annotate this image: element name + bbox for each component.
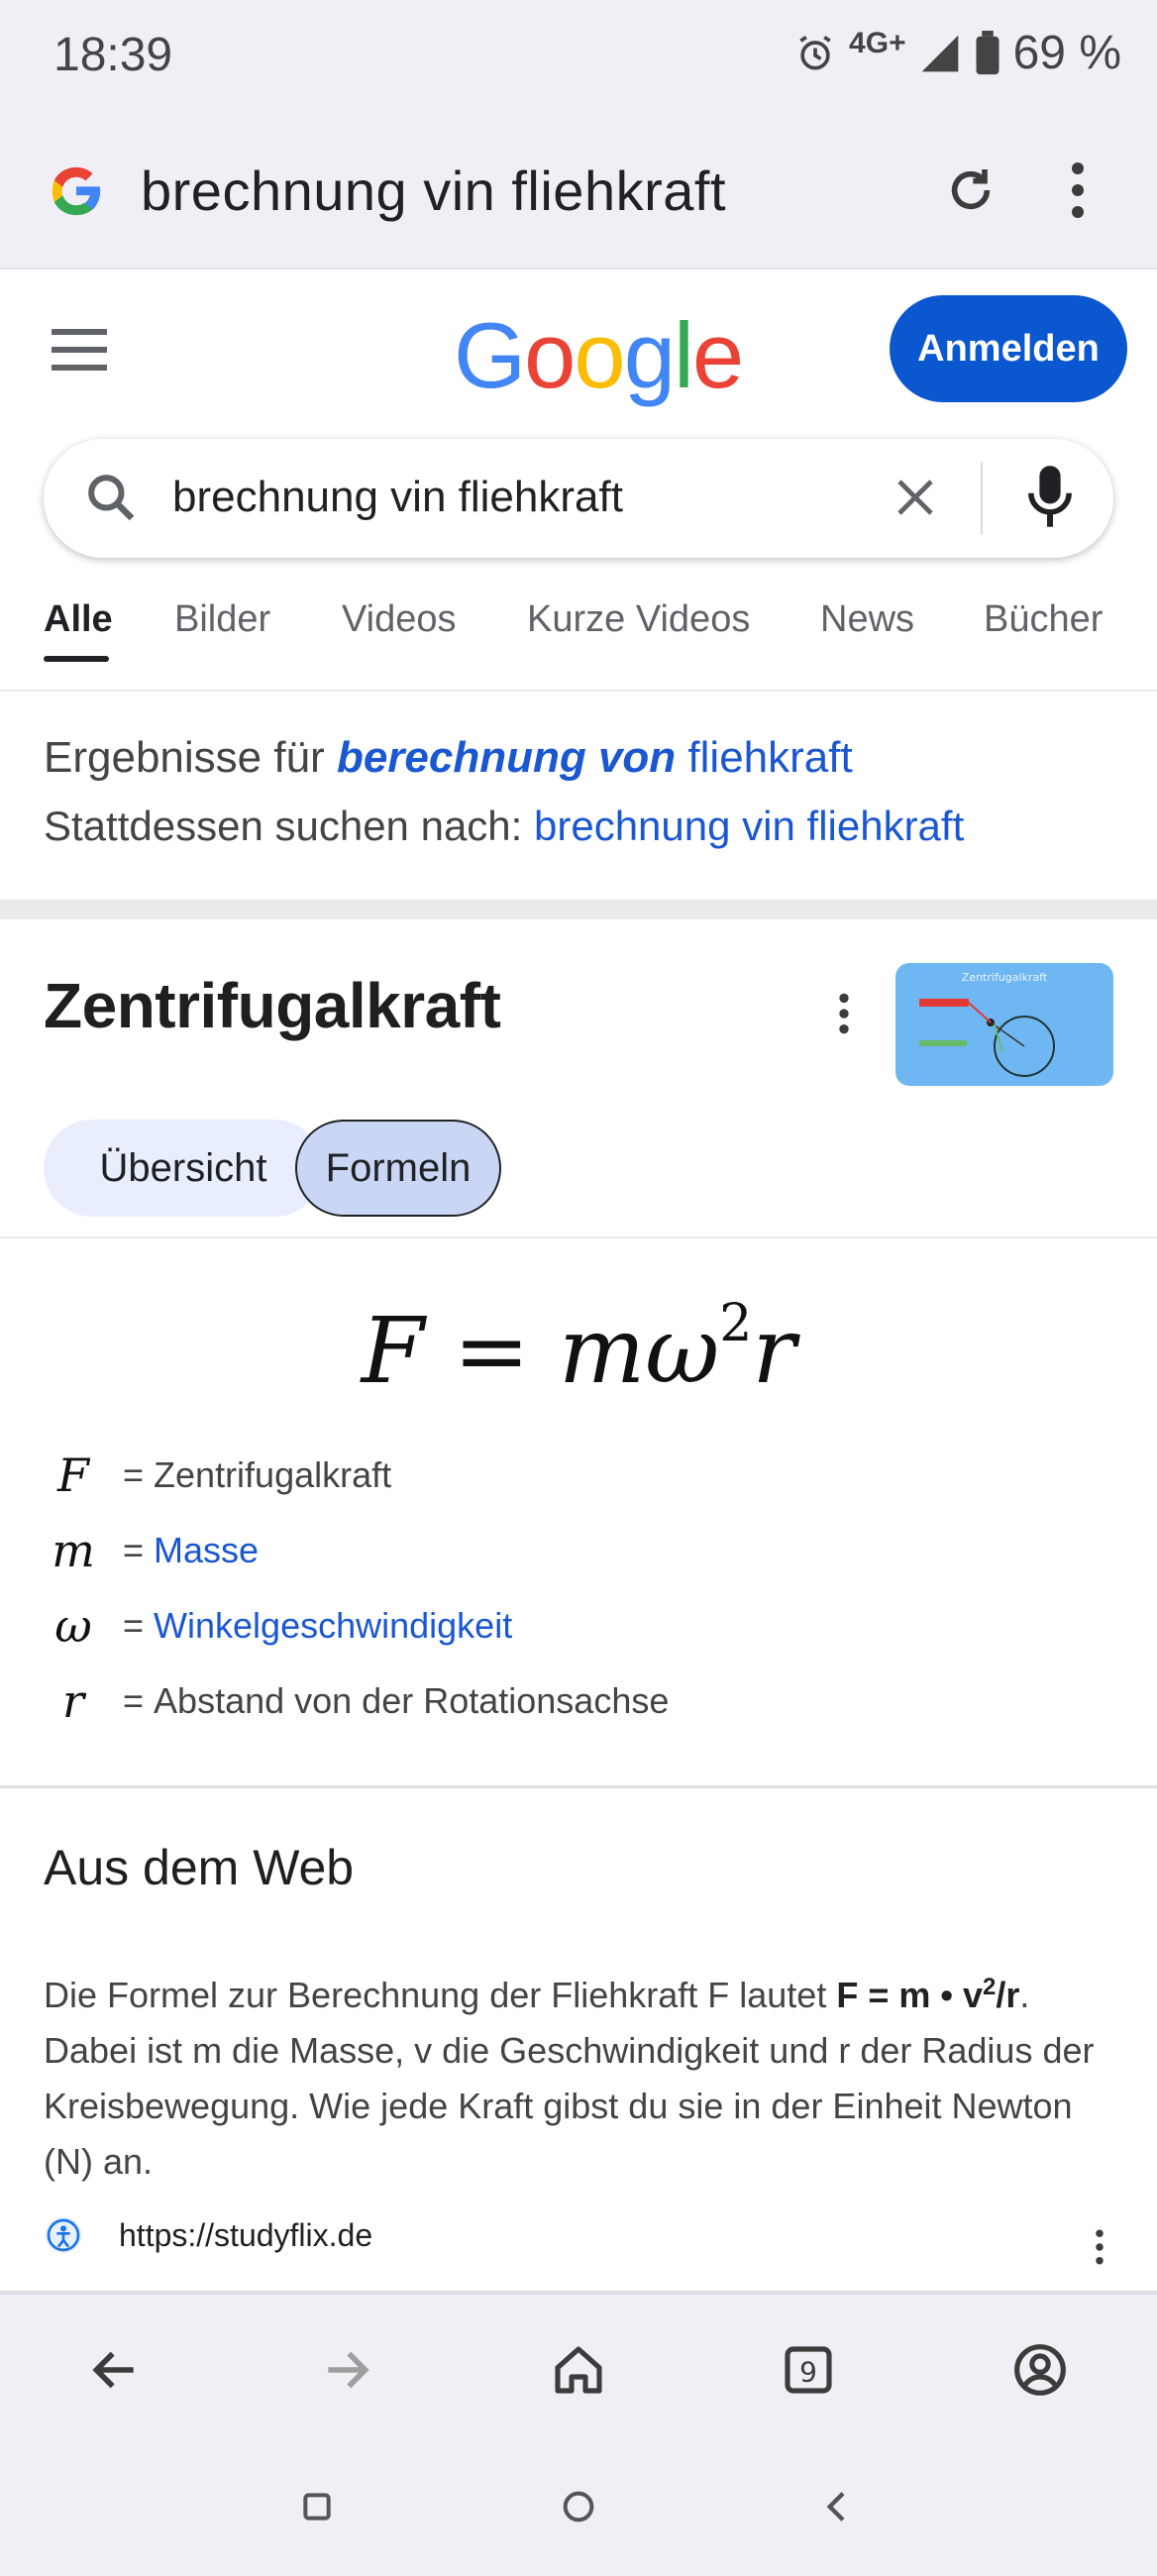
url-text[interactable]: brechnung vin fliehkraft bbox=[141, 159, 726, 223]
search-input[interactable] bbox=[172, 470, 866, 525]
home-button-icon[interactable] bbox=[559, 2487, 598, 2526]
reload-icon[interactable] bbox=[943, 162, 999, 218]
home-icon[interactable] bbox=[551, 2342, 606, 2398]
tab-all[interactable]: Alle bbox=[44, 598, 113, 641]
definition-row: r = Abstand von der Rotationsachse bbox=[62, 1674, 670, 1728]
formula: F = mω2r bbox=[361, 1294, 796, 1404]
google-logo[interactable]: Google bbox=[454, 302, 744, 409]
tab-videos[interactable]: Videos bbox=[342, 598, 457, 641]
tab-books[interactable]: Bücher bbox=[984, 598, 1103, 641]
knowledge-thumbnail[interactable]: Zentrifugalkraft bbox=[895, 963, 1113, 1086]
google-g-icon bbox=[52, 166, 101, 216]
web-snippet: Die Formel zur Berechnung der Fliehkraft… bbox=[44, 1974, 1095, 2182]
results-for-text: Ergebnisse für berechnung von fliehkraft bbox=[44, 733, 853, 782]
definition-row: ω = Winkelgeschwindigkeit bbox=[54, 1599, 513, 1653]
signin-button[interactable]: Anmelden bbox=[890, 295, 1127, 402]
alarm-icon bbox=[799, 35, 831, 69]
centrifugal-diagram-icon: Zentrifugalkraft bbox=[919, 971, 1055, 1077]
back-arrow-icon[interactable] bbox=[87, 2342, 143, 2398]
system-back-icon[interactable] bbox=[818, 2487, 858, 2526]
corrected-query-rest[interactable]: fliehkraft bbox=[676, 733, 852, 782]
knowledge-more-icon[interactable] bbox=[830, 989, 858, 1038]
tabs-icon[interactable]: 9 bbox=[781, 2342, 836, 2398]
chip-overview[interactable]: Übersicht bbox=[44, 1120, 323, 1217]
definition-link-angular-velocity[interactable]: Winkelgeschwindigkeit bbox=[154, 1605, 512, 1647]
source-url[interactable]: https://studyflix.de bbox=[119, 2217, 372, 2254]
web-section-title: Aus dem Web bbox=[44, 1840, 355, 1895]
knowledge-divider bbox=[0, 1236, 1157, 1238]
search-instead-link[interactable]: brechnung vin fliehkraft bbox=[534, 803, 964, 849]
chip-formulas[interactable]: Formeln bbox=[295, 1120, 501, 1217]
section-separator bbox=[0, 900, 1157, 919]
forward-arrow-icon[interactable] bbox=[319, 2342, 374, 2398]
search-divider bbox=[981, 462, 983, 535]
corrected-query-link[interactable]: berechnung von bbox=[337, 733, 676, 782]
definition-link-mass[interactable]: Masse bbox=[154, 1530, 259, 1571]
microphone-icon[interactable] bbox=[1024, 464, 1076, 531]
active-tab-indicator bbox=[44, 656, 109, 662]
result-more-icon[interactable] bbox=[1090, 2227, 1109, 2267]
clear-icon[interactable] bbox=[892, 474, 939, 521]
search-instead-text: Stattdessen suchen nach: brechnung vin f… bbox=[44, 803, 965, 849]
search-icon[interactable] bbox=[83, 470, 139, 525]
thumbnail-caption: Zentrifugalkraft bbox=[962, 971, 1048, 984]
definition-row: F = Zentrifugalkraft bbox=[57, 1449, 392, 1502]
status-icons: 4G+ 69 % bbox=[793, 26, 1121, 80]
account-icon[interactable] bbox=[1012, 2342, 1068, 2398]
definition-row: m = Masse bbox=[52, 1524, 260, 1577]
bottom-nav bbox=[0, 2295, 1157, 2576]
tab-count: 9 bbox=[799, 2356, 817, 2389]
web-divider bbox=[0, 1785, 1157, 1788]
status-time: 18:39 bbox=[53, 29, 173, 81]
tab-news[interactable]: News bbox=[820, 598, 914, 641]
battery-icon bbox=[976, 30, 999, 74]
studyflix-favicon-icon[interactable] bbox=[44, 2215, 83, 2255]
recent-apps-icon[interactable] bbox=[297, 2487, 337, 2526]
tab-images[interactable]: Bilder bbox=[174, 598, 270, 641]
hamburger-menu-icon[interactable] bbox=[52, 327, 107, 371]
battery-percent: 69 % bbox=[1012, 27, 1121, 79]
tab-short-videos[interactable]: Kurze Videos bbox=[527, 598, 750, 641]
signal-icon bbox=[921, 35, 958, 71]
network-label: 4G+ bbox=[849, 26, 906, 59]
knowledge-panel-title: Zentrifugalkraft bbox=[44, 970, 501, 1041]
browser-menu-icon[interactable] bbox=[1058, 159, 1098, 222]
